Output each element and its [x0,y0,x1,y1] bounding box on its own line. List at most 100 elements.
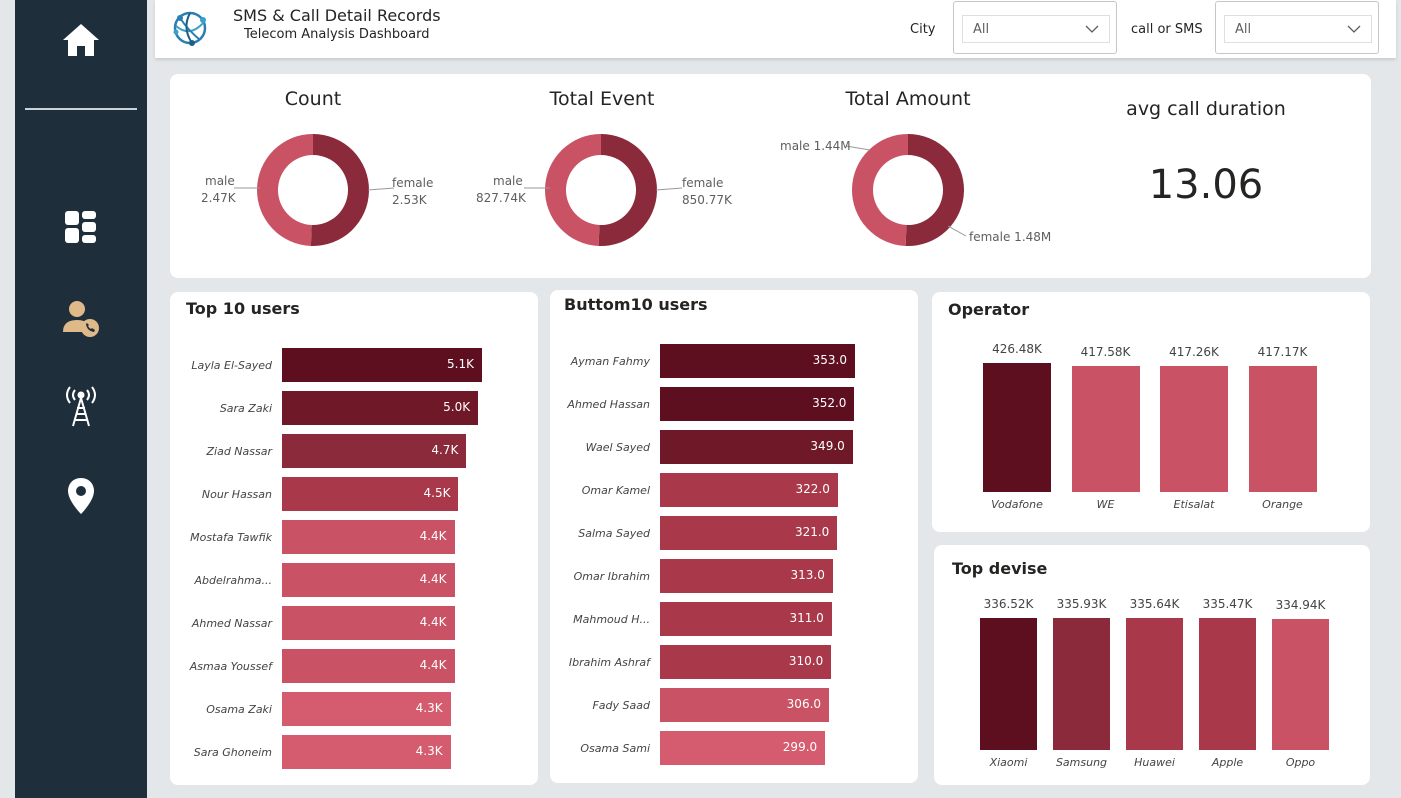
bar-value-label: 4.4K [419,615,447,629]
bar-category-label: Fady Saad [592,699,650,712]
bar[interactable]: 4.4K [282,649,455,683]
column-category-label: Etisalat [1173,498,1215,511]
column-category-label: Apple [1211,756,1244,769]
bar-category-label: Ahmed Hassan [567,398,650,411]
bar-value-label: 4.3K [415,701,443,715]
bar[interactable]: 4.4K [282,563,455,597]
column[interactable] [983,363,1051,492]
city-filter-label: City [910,22,936,37]
column-value-label: 335.64K [1129,597,1180,612]
bar[interactable]: 311.0 [660,602,832,636]
user-call-icon[interactable] [15,298,147,338]
count-female-value: 2.53K [392,193,427,207]
column-category-label: Vodafone [991,498,1043,511]
top-users-card: Top 10 users Layla El-Sayed 5.1K Sara Zaki… [170,292,538,785]
avg-call-value: 13.06 [1148,162,1264,208]
bar[interactable]: 5.0K [282,391,479,425]
chevron-down-icon [1085,25,1099,33]
bar-value-label: 311.0 [789,611,824,625]
bar-value-label: 310.0 [788,654,824,668]
kpi-card: Count male 2.47K female 2.53K Total Even… [170,74,1371,278]
bar[interactable]: 4.4K [282,606,455,640]
column-category-label: WE [1096,498,1115,511]
bar[interactable]: 321.0 [660,516,838,550]
column[interactable] [980,618,1037,750]
city-dropdown[interactable]: All [962,15,1110,43]
column[interactable] [1126,618,1183,750]
bar-value-label: 306.0 [786,697,822,711]
bar-category-label: Ziad Nassar [206,445,272,458]
count-female-label: female [392,176,434,190]
bar-value-label: 5.0K [443,400,471,414]
bar-category-label: Wael Sayed [585,441,650,454]
female-slice[interactable] [310,134,369,246]
column-value-label: 334.94K [1275,597,1326,612]
bar-value-label: 349.0 [810,439,845,453]
top-users-title: Top 10 users [186,299,300,318]
dashboard-icon[interactable] [15,210,147,244]
operator-card: Operator 426.48K Vodafone 417.58K WE 417.26K… [932,292,1370,532]
city-filter: All [953,1,1117,54]
page-subtitle: Telecom Analysis Dashboard [244,27,430,42]
column-value-label: 335.47K [1202,597,1253,612]
amount-male-text: male 1.44M [780,139,851,153]
column[interactable] [1071,365,1140,492]
bar-category-label: Ahmed Nassar [191,617,272,630]
bar[interactable]: 353.0 [660,344,855,378]
column[interactable] [1272,618,1329,750]
bar[interactable]: 306.0 [660,688,830,722]
bar-category-label: Omar Kamel [581,484,650,497]
male-slice[interactable] [544,134,601,246]
bar-value-label: 352.0 [812,396,847,410]
bar[interactable]: 4.3K [282,735,451,769]
home-icon[interactable] [15,22,147,58]
location-icon[interactable] [15,476,147,516]
bar-category-label: Sara Zaki [219,402,272,415]
bar-value-label: 313.0 [790,568,825,582]
bar-value-label: 4.4K [419,572,447,586]
bar[interactable]: 352.0 [660,387,855,421]
bar-category-label: Salma Sayed [578,527,650,540]
column[interactable] [1248,365,1317,492]
amount-female-text: female 1.48M [969,230,1052,244]
device-card: Top devise 336.52K Xiaomi 335.93K Samsung 33… [934,545,1370,785]
bar[interactable]: 4.5K [282,477,459,511]
column-value-label: 417.26K [1169,344,1219,359]
bar[interactable]: 4.7K [282,434,467,468]
total-event-donut[interactable] [544,133,658,247]
bar-category-label: Ayman Fahmy [570,355,650,368]
bar-value-label: 353.0 [812,353,847,367]
bar-value-label: 4.7K [431,443,459,457]
bottom-users-title: Buttom10 users [564,295,708,314]
count-male-value: 2.47K [201,191,236,205]
sidebar [15,0,147,798]
chevron-down-icon [1347,25,1361,33]
call-sms-filter-label: call or SMS [1131,22,1203,37]
bar[interactable]: 4.4K [282,520,455,554]
female-slice[interactable] [598,134,657,246]
bar[interactable]: 322.0 [660,473,838,507]
bar-category-label: Mostafa Tawfik [190,531,272,544]
bar[interactable]: 313.0 [660,559,833,593]
bar[interactable]: 4.3K [282,692,451,726]
bar[interactable]: 299.0 [660,731,826,765]
count-donut[interactable] [256,133,370,247]
bar[interactable]: 349.0 [660,430,853,464]
bar-category-label: Mahmoud H... [573,613,650,626]
page-title: SMS & Call Detail Records [233,6,441,25]
bar-value-label: 4.5K [423,486,451,500]
column[interactable] [1199,618,1256,750]
bar-value-label: 5.1K [447,357,474,371]
tower-icon[interactable] [15,384,147,428]
column[interactable] [1160,365,1228,492]
count-title: Count [284,88,342,110]
call-sms-dropdown[interactable]: All [1224,15,1372,43]
male-slice[interactable] [256,134,313,246]
column-category-label: Orange [1262,498,1303,511]
bar[interactable]: 5.1K [282,348,482,382]
bar[interactable]: 310.0 [660,645,832,679]
column[interactable] [1053,618,1110,750]
call-sms-dropdown-value: All [1235,22,1252,37]
header: SMS & Call Detail Records Telecom Analys… [155,0,1396,58]
event-female-label: female [682,176,724,190]
